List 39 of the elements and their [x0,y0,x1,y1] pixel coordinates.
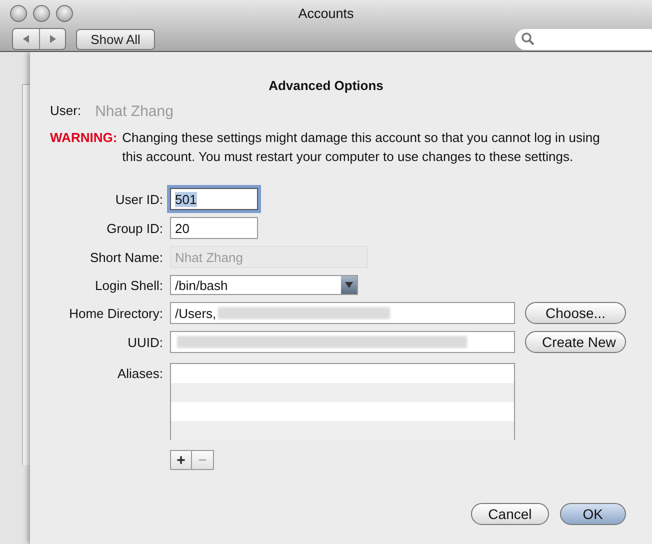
text-field[interactable]: /Users, [170,302,515,324]
field-button[interactable]: Create New [525,331,626,353]
search-icon [521,32,535,46]
text-field[interactable]: 20 [170,217,258,239]
text-field[interactable]: 501 [170,188,258,210]
dialog-button[interactable]: OK [560,503,626,525]
field-value: Nhat Zhang [175,250,243,264]
field-label: Short Name: [89,250,163,264]
warning-label: WARNING: [50,129,118,147]
window-title: Accounts [298,5,354,21]
field-label: UUID: [126,334,163,350]
field-value: /Users, [175,306,216,320]
field-button[interactable]: Choose... [525,302,626,324]
forward-button[interactable] [39,29,65,49]
zoom-button[interactable] [56,5,73,22]
user-label: User: [50,103,82,120]
close-button[interactable] [10,5,27,22]
field-value: 501 [175,192,197,206]
dropdown-arrow-icon [344,281,354,289]
right-arrow-icon [48,34,58,44]
field-label: Home Directory: [68,306,163,320]
dialog-button[interactable]: Cancel [471,503,549,525]
text-field[interactable] [170,331,515,353]
back-button[interactable] [13,29,39,49]
field-label: Group ID: [106,220,163,236]
shell-select[interactable]: /bin/bash [170,275,358,295]
warning-text: Changing these settings might damage this account so that you cannot log in using this account. You must restart your computer to use changes to these settings. [122,129,601,166]
search-field[interactable] [515,28,652,50]
list-edit-button[interactable]: + [170,450,192,470]
field-label: Aliases: [116,366,163,381]
field-value: 20 [175,220,190,236]
show-all-button[interactable]: Show All [76,28,155,50]
select-value: /bin/bash [175,278,229,292]
field-label: User ID: [114,192,163,206]
left-arrow-icon [21,34,31,44]
user-name: Nhat Zhang [95,103,174,120]
sheet-title: Advanced Options [268,78,384,93]
minimize-button[interactable] [33,5,50,22]
field-label: Login Shell: [94,278,163,292]
